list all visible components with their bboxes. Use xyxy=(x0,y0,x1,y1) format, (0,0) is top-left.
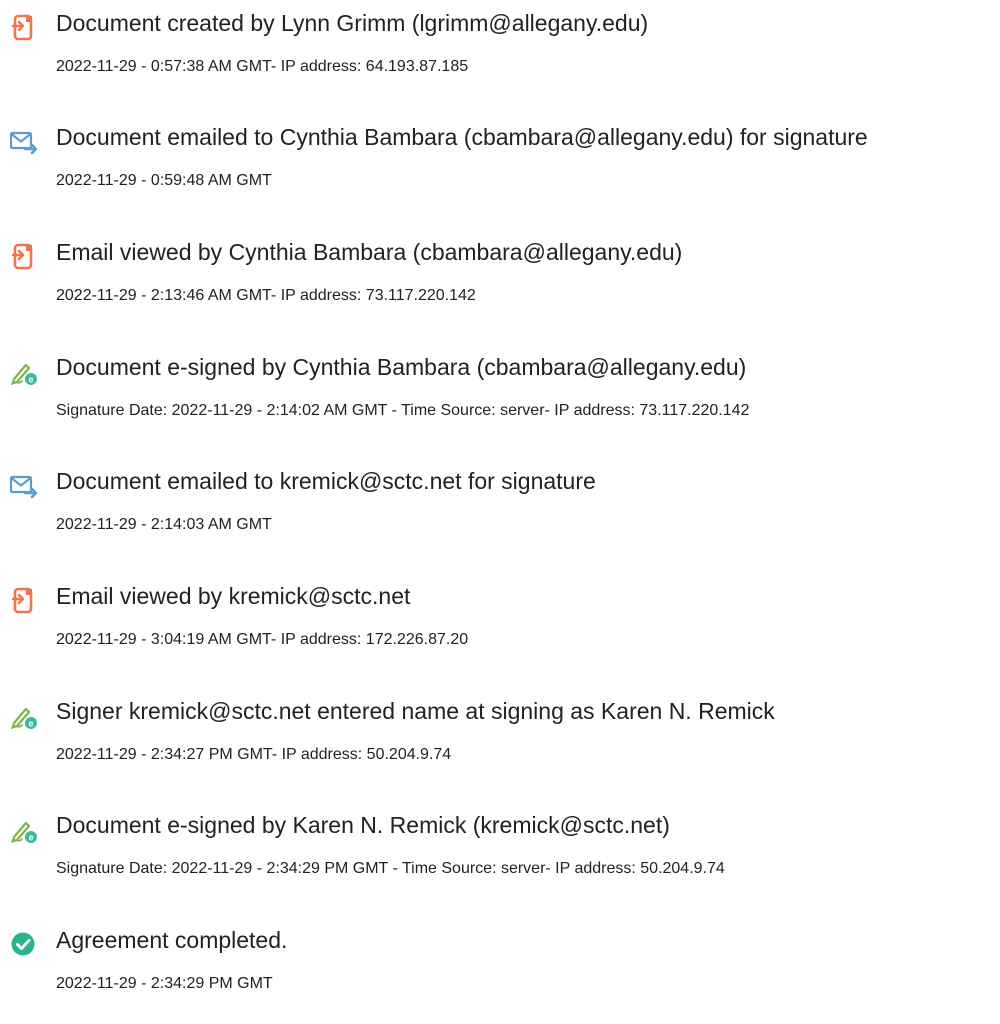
email-send-icon xyxy=(10,472,38,500)
svg-text:e: e xyxy=(28,375,33,385)
esign-pen-icon: e xyxy=(10,358,38,386)
svg-text:e: e xyxy=(28,833,33,843)
audit-event: Document emailed to Cynthia Bambara (cba… xyxy=(0,121,1000,221)
document-icon xyxy=(10,14,38,42)
event-detail: 2022-11-29 - 0:59:48 AM GMT xyxy=(56,172,272,189)
event-title: Email viewed by Cynthia Bambara (cbambar… xyxy=(56,239,683,265)
event-title: Document created by Lynn Grimm (lgrimm@a… xyxy=(56,10,649,36)
event-title: Document e-signed by Cynthia Bambara (cb… xyxy=(56,354,747,380)
event-detail: 2022-11-29 - 2:13:46 AM GMT- IP address:… xyxy=(56,287,476,304)
event-detail: Signature Date: 2022-11-29 - 2:14:02 AM … xyxy=(56,402,750,419)
audit-event: Email viewed by Cynthia Bambara (cbambar… xyxy=(0,236,1000,336)
audit-event: Document created by Lynn Grimm (lgrimm@a… xyxy=(0,7,1000,107)
event-detail: Signature Date: 2022-11-29 - 2:34:29 PM … xyxy=(56,860,725,877)
event-title: Document emailed to kremick@sctc.net for… xyxy=(56,468,596,494)
document-icon xyxy=(10,243,38,271)
audit-event: Agreement completed. 2022-11-29 - 2:34:2… xyxy=(0,924,1000,1024)
event-title: Agreement completed. xyxy=(56,927,288,953)
event-title: Signer kremick@sctc.net entered name at … xyxy=(56,698,775,724)
esign-pen-icon: e xyxy=(10,702,38,730)
audit-event: Email viewed by kremick@sctc.net 2022-11… xyxy=(0,580,1000,680)
event-detail: 2022-11-29 - 2:34:29 PM GMT xyxy=(56,975,273,992)
esign-pen-icon: e xyxy=(10,816,38,844)
event-title: Email viewed by kremick@sctc.net xyxy=(56,583,411,609)
event-detail: 2022-11-29 - 3:04:19 AM GMT- IP address:… xyxy=(56,631,469,648)
audit-event: Document emailed to kremick@sctc.net for… xyxy=(0,465,1000,565)
audit-event: e Signer kremick@sctc.net entered name a… xyxy=(0,695,1000,795)
event-detail: 2022-11-29 - 2:34:27 PM GMT- IP address:… xyxy=(56,746,452,763)
document-icon xyxy=(10,587,38,615)
check-circle-icon xyxy=(10,931,38,959)
event-detail: 2022-11-29 - 2:14:03 AM GMT xyxy=(56,516,272,533)
event-detail: 2022-11-29 - 0:57:38 AM GMT- IP address:… xyxy=(56,58,469,75)
audit-event: e Document e-signed by Karen N. Remick (… xyxy=(0,809,1000,909)
email-send-icon xyxy=(10,128,38,156)
event-title: Document e-signed by Karen N. Remick (kr… xyxy=(56,812,670,838)
svg-text:e: e xyxy=(28,719,33,729)
event-title: Document emailed to Cynthia Bambara (cba… xyxy=(56,124,868,150)
audit-event: e Document e-signed by Cynthia Bambara (… xyxy=(0,351,1000,451)
